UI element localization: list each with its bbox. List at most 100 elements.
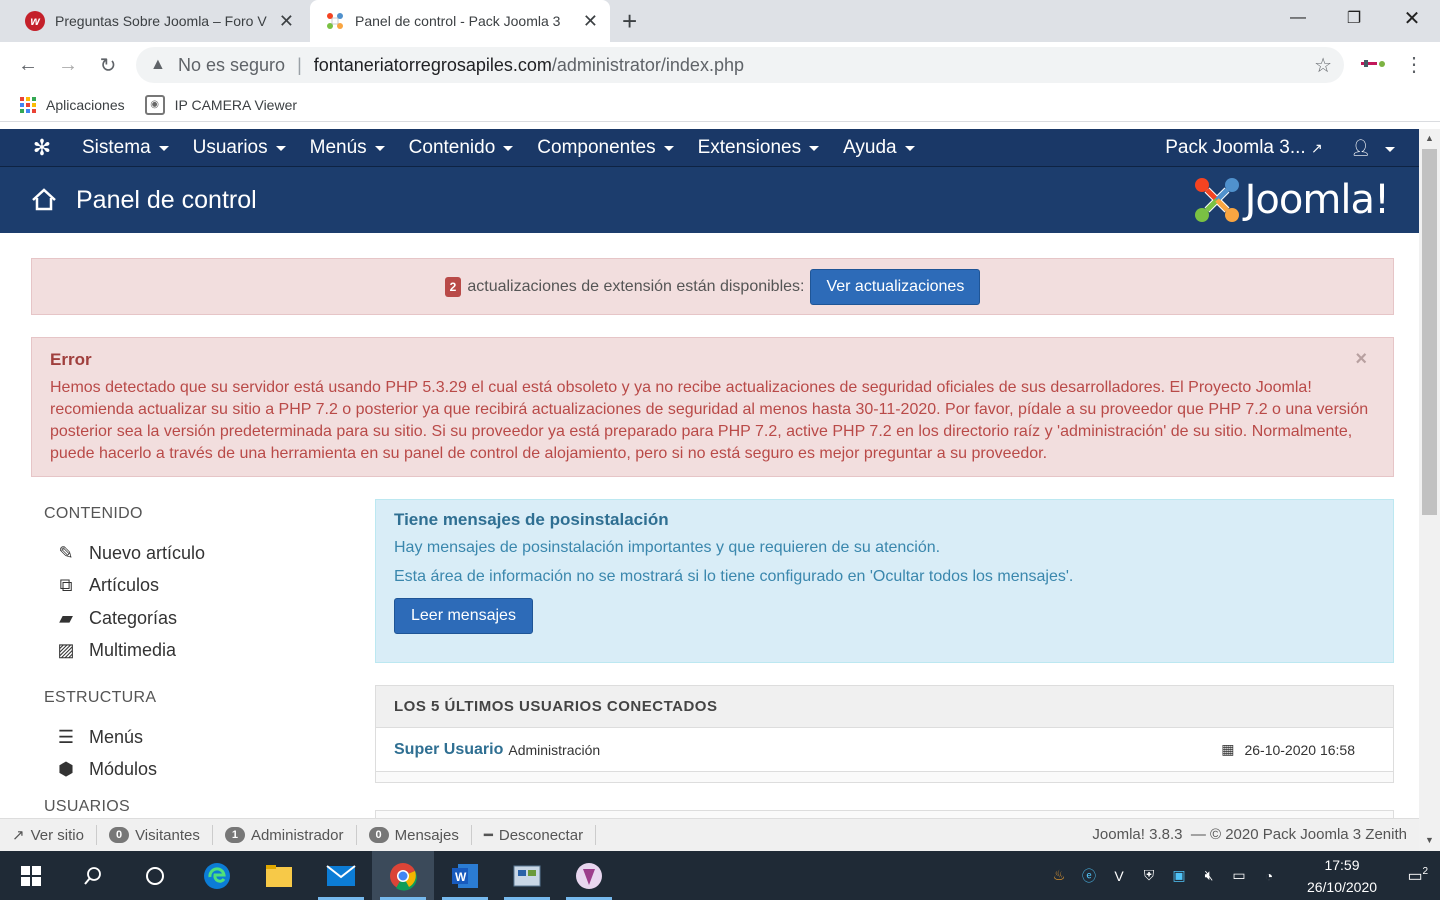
status-label: Mensajes — [394, 826, 459, 844]
taskbar-chrome[interactable] — [372, 851, 434, 900]
status-label: Visitantes — [135, 826, 200, 844]
tray-app-icon[interactable]: ⓔ — [1074, 866, 1104, 886]
tray-network-app-icon[interactable]: ▣ — [1164, 867, 1194, 884]
bookmark-star-icon[interactable]: ☆ — [1314, 53, 1332, 78]
sidebar-item-articulos[interactable]: ⧉ Artículos — [44, 570, 344, 603]
next-panel — [375, 810, 1394, 818]
taskbar-file-explorer[interactable] — [248, 851, 310, 900]
image-icon: ▨ — [57, 640, 75, 661]
postinstall-messages-panel: Tiene mensajes de posinstalación Hay men… — [375, 499, 1394, 663]
menu-label: Ayuda — [843, 136, 897, 158]
close-alert-icon[interactable]: × — [1355, 348, 1367, 371]
action-center-button[interactable]: ▭ 2 — [1390, 866, 1440, 886]
visitors-status: 0 Visitantes — [97, 825, 213, 845]
close-tab-icon[interactable]: ✕ — [583, 11, 598, 32]
system-clock[interactable]: 17:59 26/10/2020 — [1294, 854, 1390, 898]
scroll-up-icon[interactable]: ▲ — [1425, 133, 1434, 143]
scroll-thumb[interactable] — [1422, 149, 1437, 515]
clock-date: 26/10/2020 — [1306, 878, 1378, 895]
defender-icon[interactable]: ⛨ — [1134, 867, 1164, 884]
folder-icon: ▰ — [59, 607, 73, 628]
reload-icon[interactable]: ↻ — [94, 51, 122, 79]
menu-componentes[interactable]: Componentes — [525, 137, 685, 159]
home-icon — [30, 186, 58, 214]
back-icon[interactable]: ← — [14, 51, 42, 79]
status-label: Desconectar — [498, 826, 584, 844]
network-icon[interactable]: ▭ — [1224, 867, 1254, 884]
version-text: Joomla! 3.8.3 — [1092, 826, 1183, 843]
taskbar-app-1[interactable] — [496, 851, 558, 900]
chrome-icon — [390, 862, 417, 891]
close-window-icon[interactable]: ✕ — [1384, 0, 1440, 36]
user-menu[interactable]: 👤︎ — [1351, 138, 1395, 158]
view-updates-button[interactable]: Ver actualizaciones — [810, 268, 981, 305]
tray-globe-icon[interactable]: ◔ — [1254, 868, 1284, 884]
sidebar-item-modulos[interactable]: ⬢ Módulos — [44, 754, 344, 787]
menu-usuarios[interactable]: Usuarios — [181, 137, 298, 159]
menu-label: Usuarios — [192, 136, 268, 158]
page-scrollbar[interactable]: ▲ ▼ — [1419, 129, 1440, 851]
pencil-icon: ✎ — [58, 542, 74, 563]
bookmark-aplicaciones[interactable]: Aplicaciones — [20, 96, 125, 113]
taskbar-mail[interactable] — [310, 851, 372, 900]
logout-link[interactable]: ━ Desconectar — [472, 825, 597, 845]
cortana-icon — [146, 866, 164, 885]
sidebar-item-label: Artículos — [89, 575, 160, 596]
menu-contenido[interactable]: Contenido — [397, 137, 526, 159]
bookmark-label: Aplicaciones — [46, 96, 125, 113]
url-host: fontaneriatorregrosapiles.com — [313, 54, 552, 75]
status-label: Ver sitio — [30, 826, 84, 844]
site-link[interactable]: Pack Joomla 3... ↗ — [1165, 137, 1322, 159]
sidebar-item-categorias[interactable]: ▰ Categorías — [44, 602, 344, 635]
error-title: Error — [50, 350, 92, 369]
sidebar-item-label: Categorías — [89, 607, 178, 628]
restore-icon[interactable]: ❐ — [1326, 0, 1382, 36]
close-tab-icon[interactable]: ✕ — [279, 11, 294, 32]
messages-status[interactable]: 0 Mensajes — [357, 825, 472, 845]
menu-label: Extensiones — [697, 136, 802, 158]
cortana-button[interactable] — [124, 851, 186, 900]
control-panel-icon — [513, 865, 541, 886]
menu-sistema[interactable]: Sistema — [70, 137, 181, 159]
joomla-logo-icon[interactable]: ✻ — [30, 135, 54, 160]
admins-count-badge: 1 — [224, 827, 245, 843]
tray-v-icon[interactable]: V — [1104, 868, 1134, 884]
user-role: Administración — [508, 741, 601, 758]
browser-tab-foro[interactable]: w Preguntas Sobre Joomla – Foro V ✕ — [10, 0, 306, 42]
start-button[interactable] — [0, 851, 62, 900]
java-icon[interactable]: ♨ — [1044, 867, 1074, 884]
taskbar-app-2[interactable] — [558, 851, 620, 900]
read-messages-button[interactable]: Leer mensajes — [394, 598, 533, 634]
windows-icon — [21, 865, 41, 886]
main-content: 2 actualizaciones de extensión están dis… — [0, 233, 1419, 818]
forward-icon[interactable]: → — [54, 51, 82, 79]
view-site-link[interactable]: ↗ Ver sitio — [0, 825, 97, 845]
search-button[interactable] — [62, 851, 124, 900]
joomla-admin-nav: ✻ Sistema Usuarios Menús Contenido Compo… — [0, 129, 1419, 167]
scroll-down-icon[interactable]: ▼ — [1425, 835, 1434, 845]
app-icon — [576, 862, 602, 889]
caret-down-icon — [904, 146, 915, 151]
minimize-icon[interactable]: — — [1270, 0, 1326, 36]
sidebar-item-menus[interactable]: ☰ Menús — [44, 721, 344, 754]
address-bar[interactable]: ▲ No es seguro | fontaneriatorregrosapil… — [136, 47, 1344, 83]
taskbar-word[interactable]: W — [434, 851, 496, 900]
clock-time: 17:59 — [1324, 856, 1360, 873]
user-name-link[interactable]: Super Usuario — [394, 741, 503, 759]
sidebar-item-label: Menús — [89, 726, 144, 747]
sidebar-item-multimedia[interactable]: ▨ Multimedia — [44, 635, 344, 668]
menu-extensiones[interactable]: Extensiones — [686, 137, 832, 159]
bookmark-ip-camera[interactable]: ◉ IP CAMERA Viewer — [144, 94, 297, 115]
browser-menu-icon[interactable]: ⋮ — [1404, 52, 1424, 77]
menu-ayuda[interactable]: Ayuda — [831, 137, 927, 159]
volume-muted-icon[interactable]: 🔇︎ — [1194, 867, 1224, 884]
browser-tab-panel[interactable]: Panel de control - Pack Joomla 3 ✕ — [310, 0, 610, 42]
menu-menus[interactable]: Menús — [298, 137, 397, 159]
sidebar-item-nuevo-articulo[interactable]: ✎ Nuevo artículo — [44, 537, 344, 570]
separator: | — [297, 54, 302, 75]
notification-count: 2 — [1422, 865, 1428, 877]
taskbar-edge[interactable] — [186, 851, 248, 900]
new-tab-button[interactable]: + — [622, 6, 637, 37]
page-header: Panel de control Joomla! — [0, 167, 1419, 233]
extension-icon[interactable] — [1360, 56, 1388, 72]
